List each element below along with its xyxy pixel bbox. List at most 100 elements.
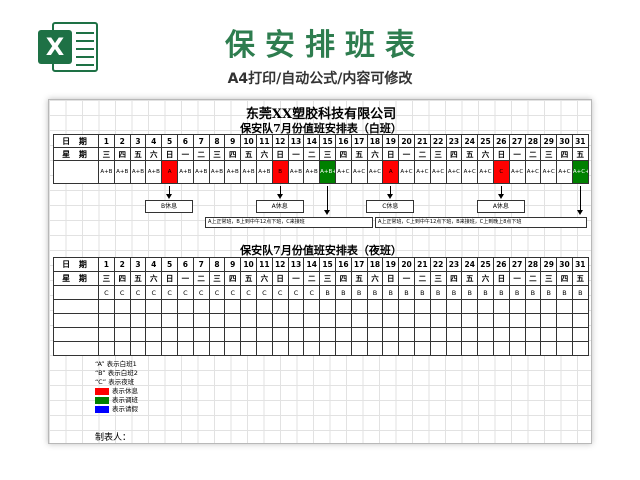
weekday-cell: 一 [176, 147, 194, 161]
banner-subtitle: A4打印/自动公式/内容可修改 [227, 71, 413, 87]
shift-cell: B [508, 285, 526, 300]
empty-cell [492, 299, 510, 314]
date-cell: 4 [145, 257, 163, 272]
shift-cell: C [492, 160, 510, 184]
empty-cell [319, 299, 336, 314]
shift-cell: C [224, 285, 242, 300]
date-cell: 23 [445, 134, 463, 148]
date-cell: 9 [224, 134, 242, 148]
weekday-cell: 日 [382, 147, 400, 161]
empty-cell [113, 313, 131, 328]
shift-cell: B [398, 285, 415, 300]
weekday-cell: 一 [508, 147, 526, 161]
date-cell: 4 [145, 134, 163, 148]
weekday-cell: 三 [98, 271, 115, 286]
empty-cell [98, 313, 115, 328]
empty-row [53, 327, 589, 342]
shift-cell: C [129, 285, 147, 300]
date-cell: 28 [524, 257, 542, 272]
shift-cell: A+B [192, 160, 210, 184]
empty-cell [192, 299, 210, 314]
shift-cell: C [255, 285, 273, 300]
date-cell: 21 [413, 134, 431, 148]
empty-cell [240, 299, 257, 314]
empty-cell [398, 327, 415, 342]
weekday-cell: 三 [319, 147, 336, 161]
legend-item: “C” 表示夜班 [95, 378, 138, 387]
date-cell: 26 [492, 257, 510, 272]
weekday-cell: 四 [445, 147, 463, 161]
shift-cell: A+B [303, 160, 321, 184]
empty-cell [319, 327, 336, 342]
empty-cell [161, 341, 178, 356]
shift-cell: A [382, 160, 400, 184]
empty-cell [271, 299, 289, 314]
weekday-cell: 四 [334, 147, 352, 161]
legend: “A” 表示白班1 “B” 表示白班2 “C” 表示夜班 表示休息 表示调班 表示请假 [95, 360, 138, 414]
shift-cell: B [413, 285, 431, 300]
empty-cell [240, 327, 257, 342]
weekday-cell: 三 [98, 147, 115, 161]
legend-swatch [95, 396, 109, 404]
empty-cell [53, 299, 99, 314]
shift-cell: A+B [145, 160, 163, 184]
week-label: 星 期 [53, 147, 99, 161]
weekday-cell: 二 [524, 271, 542, 286]
banner: X 保安排班表 A4打印/自动公式/内容可修改 [0, 0, 640, 96]
empty-cell [524, 341, 542, 356]
weekday-cell: 二 [524, 147, 542, 161]
empty-cell [556, 341, 573, 356]
date-cell: 16 [334, 134, 352, 148]
shift-cell: A+C [413, 160, 431, 184]
date-cell: 10 [240, 257, 257, 272]
weekday-cell: 二 [303, 271, 321, 286]
banner-title: 保安排班表 [225, 28, 425, 63]
empty-cell [571, 327, 589, 342]
night-shift-row: CCCCCCCCCCCCCCBBBBBBBBBBBBBBBBB [53, 285, 589, 300]
empty-cell [176, 341, 194, 356]
shift-cell: A+B [287, 160, 305, 184]
weekday-cell: 三 [429, 271, 447, 286]
date-cell: 14 [303, 134, 321, 148]
weekday-cell: 四 [556, 147, 573, 161]
date-cell: 1 [98, 134, 115, 148]
weekday-cell: 五 [129, 147, 147, 161]
weekday-cell: 日 [492, 271, 510, 286]
empty-cell [413, 299, 431, 314]
legend-swatch [95, 387, 109, 395]
legend-item: 表示休息 [95, 387, 138, 396]
date-cell: 29 [540, 257, 558, 272]
date-row: 日 期 1 2 3 4 5 6 7 8 9 10 11 12 13 14 15 16 17 18 19 20 21 22 2… [53, 257, 589, 272]
day-schedule-table: 日 期 1 2 3 4 5 6 7 8 9 10 11 12 13 14 15 16 17 18 19 20 21 22 2… [53, 134, 589, 184]
empty-cell [192, 313, 210, 328]
empty-row [53, 299, 589, 314]
empty-cell [303, 313, 321, 328]
date-cell: 6 [176, 257, 194, 272]
empty-cell [398, 299, 415, 314]
date-cell: 24 [461, 134, 479, 148]
empty-cell [524, 327, 542, 342]
weekday-cell: 日 [161, 271, 178, 286]
date-cell: 23 [445, 257, 463, 272]
empty-cell [398, 341, 415, 356]
shift-cell: B [382, 285, 400, 300]
empty-cell [350, 299, 368, 314]
weekday-cell: 一 [508, 271, 526, 286]
shift-cell: B [429, 285, 447, 300]
empty-cell [540, 299, 558, 314]
weekday-cell: 五 [240, 271, 257, 286]
weekday-cell: 二 [192, 147, 210, 161]
empty-cell [145, 299, 163, 314]
date-cell: 15 [319, 257, 336, 272]
shift-cell: A+B [129, 160, 147, 184]
weekday-cell: 一 [287, 271, 305, 286]
shift-cell: C [161, 285, 178, 300]
empty-cell [303, 299, 321, 314]
empty-cell [413, 341, 431, 356]
date-cell: 31 [571, 257, 589, 272]
shift-cell: A+C [540, 160, 558, 184]
empty-cell [413, 313, 431, 328]
weekday-cell: 日 [382, 271, 400, 286]
date-cell: 11 [255, 257, 273, 272]
date-cell: 8 [208, 257, 226, 272]
